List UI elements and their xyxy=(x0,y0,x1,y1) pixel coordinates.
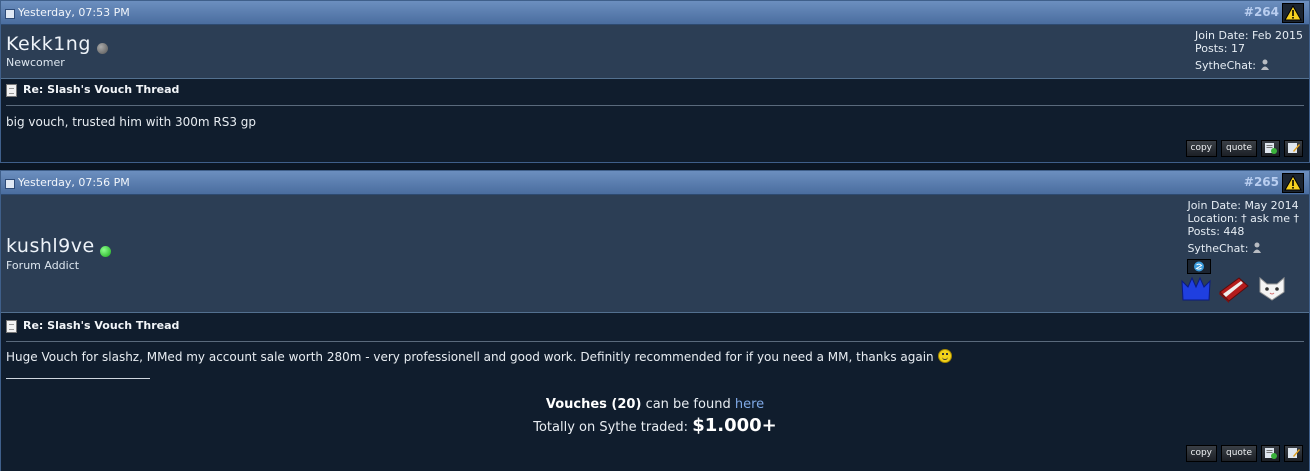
signature-divider xyxy=(6,378,150,379)
sythechat-person-icon[interactable] xyxy=(1252,242,1262,257)
signature-traded: Totally on Sythe traded: $1.000+ xyxy=(533,415,777,436)
post-header: Yesterday, 07:56 PM #265 xyxy=(1,171,1309,195)
post-264: Yesterday, 07:53 PM #264 Kekk1ng Newcome… xyxy=(0,0,1310,163)
edit-icon[interactable] xyxy=(1284,140,1303,157)
post-265: Yesterday, 07:56 PM #265 kushl9ve Forum … xyxy=(0,170,1310,471)
user-location: Location: † ask me † xyxy=(1187,212,1299,225)
join-date: Join Date: Feb 2015 xyxy=(1195,29,1303,42)
username-link[interactable]: Kekk1ng xyxy=(6,33,91,55)
document-icon xyxy=(6,319,17,333)
post-date: Yesterday, 07:53 PM xyxy=(18,6,130,19)
user-badges xyxy=(1181,274,1287,308)
post-status-icon xyxy=(5,179,15,189)
traded-amount: $1.000+ xyxy=(692,415,777,436)
post-title: Re: Slash's Vouch Thread xyxy=(6,319,179,333)
profile-add-icon[interactable] xyxy=(1261,445,1280,462)
smiley-icon xyxy=(937,349,952,363)
report-warning-icon[interactable] xyxy=(1282,3,1304,23)
posts-count: Posts: 17 xyxy=(1195,42,1245,55)
online-status-icon xyxy=(100,246,111,257)
sythechat-label: SytheChat: xyxy=(1195,59,1256,72)
sythechat-person-icon[interactable] xyxy=(1260,59,1270,74)
post-number-link[interactable]: #265 xyxy=(1244,175,1279,189)
title-divider xyxy=(6,105,1304,106)
quote-button[interactable]: quote xyxy=(1221,445,1257,462)
post-date: Yesterday, 07:56 PM xyxy=(18,176,130,189)
post-number-link[interactable]: #264 xyxy=(1244,5,1279,19)
user-info-bar: kushl9ve Forum Addict Join Date: May 201… xyxy=(1,195,1309,313)
vouches-link[interactable]: here xyxy=(735,397,764,412)
user-title: Forum Addict xyxy=(6,259,80,272)
vouches-count: Vouches (20) xyxy=(545,397,642,412)
copy-button[interactable]: copy xyxy=(1185,445,1217,462)
username-link[interactable]: kushl9ve xyxy=(6,235,95,257)
red-book-badge xyxy=(1217,274,1251,308)
signature-vouches: Vouches (20) can be found here xyxy=(545,397,765,412)
white-cat-badge xyxy=(1257,274,1287,308)
sythechat-label: SytheChat: xyxy=(1187,242,1249,255)
posts-count: Posts: 448 xyxy=(1187,225,1245,238)
copy-button[interactable]: copy xyxy=(1185,140,1217,157)
user-title: Newcomer xyxy=(6,56,65,69)
title-divider xyxy=(6,341,1304,342)
post-header: Yesterday, 07:53 PM #264 xyxy=(1,1,1309,25)
join-date: Join Date: May 2014 xyxy=(1187,199,1299,212)
post-actions: copy quote xyxy=(1185,140,1303,157)
post-actions: copy quote xyxy=(1185,445,1303,462)
offline-status-icon xyxy=(97,43,108,54)
user-stats: Join Date: Feb 2015 Posts: 17 SytheChat: xyxy=(1195,29,1303,74)
post-status-icon xyxy=(5,9,15,19)
report-warning-icon[interactable] xyxy=(1282,173,1304,193)
sythechat-row: SytheChat: xyxy=(1187,242,1299,257)
document-icon xyxy=(6,83,17,97)
post-message: Huge Vouch for slashz, MMed my account s… xyxy=(6,349,952,364)
edit-icon[interactable] xyxy=(1284,445,1303,462)
post-message: big vouch, trusted him with 300m RS3 gp xyxy=(6,115,257,129)
sythechat-row: SytheChat: xyxy=(1195,59,1303,74)
blue-crown-badge xyxy=(1181,274,1211,308)
profile-add-icon[interactable] xyxy=(1261,140,1280,157)
quote-button[interactable]: quote xyxy=(1221,140,1257,157)
user-info-bar: Kekk1ng Newcomer Join Date: Feb 2015 Pos… xyxy=(1,25,1309,79)
user-stats: Join Date: May 2014 Location: † ask me †… xyxy=(1187,199,1299,277)
post-title: Re: Slash's Vouch Thread xyxy=(6,83,179,97)
